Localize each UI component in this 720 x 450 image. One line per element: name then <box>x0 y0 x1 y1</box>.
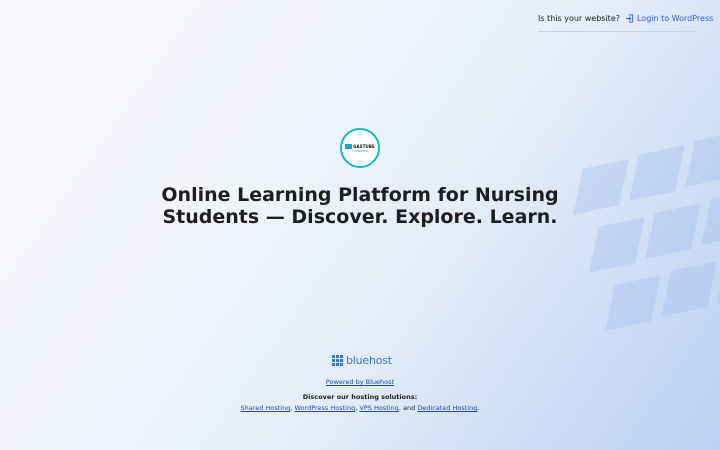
separator: , <box>290 404 293 412</box>
title-line1: Online Learning Platform for Nursing <box>161 184 559 206</box>
page-title: Online Learning Platform for Nursing Stu… <box>0 184 720 228</box>
separator: , <box>398 404 401 412</box>
separator: , <box>355 404 358 412</box>
site-logo: GASTUBE TUTORING <box>340 128 380 168</box>
end-period: . <box>477 404 480 412</box>
powered-by: Powered by Bluehost <box>0 378 720 386</box>
hosting-links: Shared Hosting, WordPress Hosting, VPS H… <box>0 404 720 412</box>
bluehost-logo: bluehost <box>332 354 392 367</box>
login-to-wordpress-link[interactable]: Login to WordPress <box>625 14 713 23</box>
and-text: and <box>402 404 416 412</box>
shared-hosting-link[interactable]: Shared Hosting <box>241 404 291 412</box>
login-arrow-icon <box>625 14 634 23</box>
wordpress-hosting-link[interactable]: WordPress Hosting <box>295 404 356 412</box>
vps-hosting-link[interactable]: VPS Hosting <box>359 404 398 412</box>
topbar: Is this your website? Login to WordPress <box>538 14 713 32</box>
logo-line2: TUTORING <box>351 148 369 153</box>
dedicated-hosting-link[interactable]: Dedicated Hosting <box>417 404 477 412</box>
bluehost-wordmark: bluehost <box>346 354 392 367</box>
bluehost-grid-icon <box>332 355 343 366</box>
powered-by-link[interactable]: Powered by Bluehost <box>326 378 394 386</box>
login-label: Login to WordPress <box>636 14 714 23</box>
discover-heading: Discover our hosting solutions: <box>302 393 418 401</box>
title-line2: Students — Discover. Explore. Learn. <box>162 206 558 228</box>
website-question: Is this your website? <box>538 14 620 23</box>
decorative-tiles <box>560 120 720 340</box>
